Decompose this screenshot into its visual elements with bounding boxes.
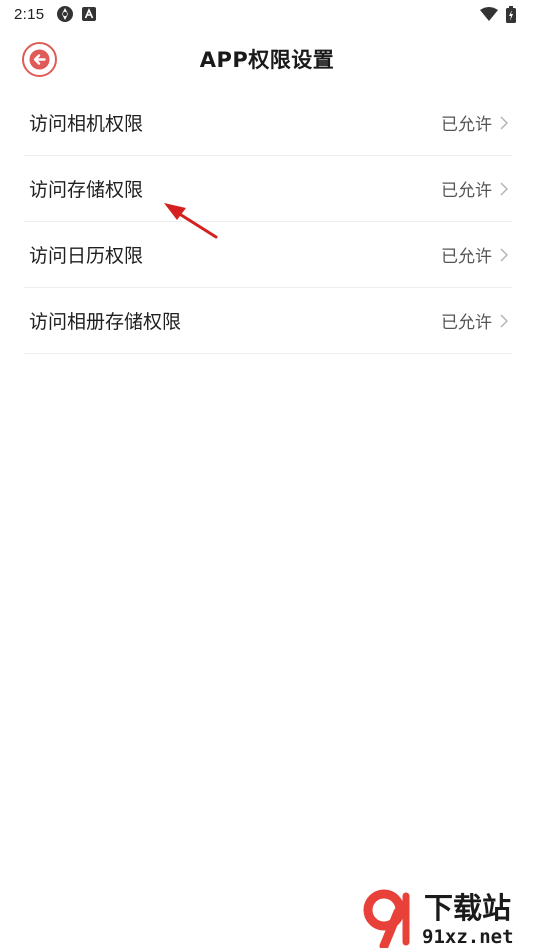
permission-row-storage[interactable]: 访问存储权限 已允许: [24, 156, 512, 222]
chevron-right-icon: [500, 247, 508, 262]
permission-label: 访问相册存储权限: [29, 311, 182, 333]
permission-status-text: 已允许: [441, 313, 492, 333]
permission-label: 访问存储权限: [29, 179, 144, 201]
status-right-group: [480, 5, 520, 23]
chevron-right-icon: [500, 313, 508, 328]
permission-status: 已允许: [441, 308, 512, 333]
sync-icon: [56, 5, 74, 23]
permission-status: 已允许: [441, 242, 512, 267]
red-pointer-arrow-icon: [160, 196, 220, 244]
a-badge-icon: [82, 7, 97, 21]
permission-status: 已允许: [441, 176, 512, 201]
wifi-icon: [480, 7, 498, 21]
permission-status-text: 已允许: [441, 247, 492, 267]
battery-icon: [506, 5, 516, 23]
permission-label: 访问日历权限: [29, 245, 144, 267]
watermark-url: 91xz.net: [422, 926, 514, 948]
header: APP权限设置: [0, 36, 534, 82]
chevron-right-icon: [500, 115, 508, 130]
permission-row-calendar[interactable]: 访问日历权限 已允许: [24, 222, 512, 288]
permission-status-text: 已允许: [441, 181, 492, 201]
chevron-right-icon: [500, 181, 508, 196]
permission-status-text: 已允许: [441, 115, 492, 135]
permission-row-album-storage[interactable]: 访问相册存储权限 已允许: [24, 288, 512, 354]
status-time: 2:15: [14, 5, 45, 23]
permission-row-camera[interactable]: 访问相机权限 已允许: [24, 90, 512, 156]
back-button[interactable]: [22, 42, 57, 77]
back-arrow-icon: [29, 49, 50, 70]
watermark-91-icon: [363, 889, 410, 948]
watermark-title: 下载站: [424, 891, 511, 925]
permission-list: 访问相机权限 已允许 访问存储权限 已允许 访问日历权限 已允许 访问相册存储权…: [24, 90, 512, 354]
permission-status: 已允许: [441, 110, 512, 135]
status-bar: 2:15: [0, 0, 534, 28]
page-title: APP权限设置: [199, 48, 335, 72]
watermark-logo: 下载站 91xz.net: [363, 889, 514, 948]
permission-label: 访问相机权限: [29, 113, 144, 135]
